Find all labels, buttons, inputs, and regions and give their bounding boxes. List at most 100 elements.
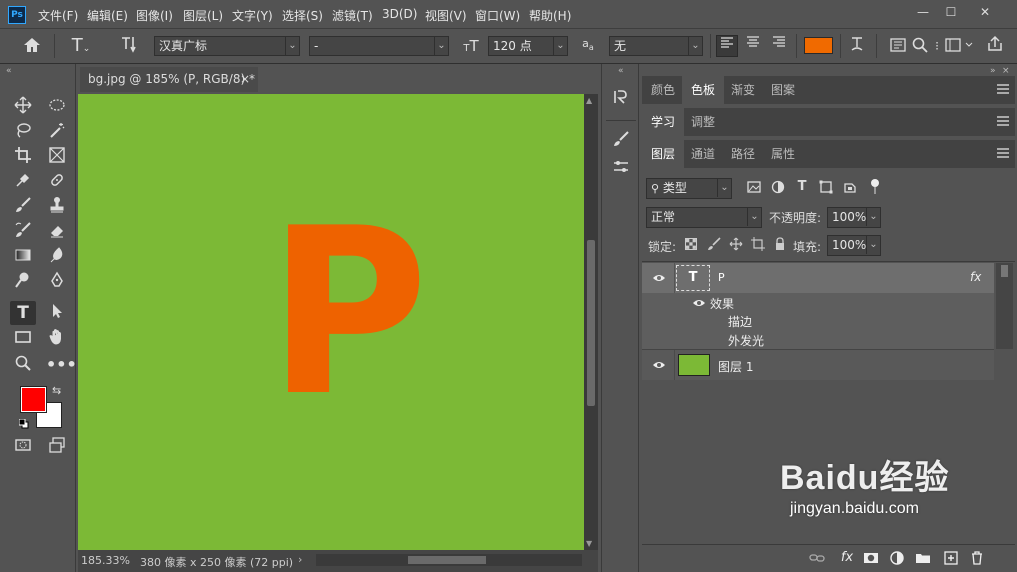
tab-patterns[interactable]: 图案 [762, 76, 804, 104]
add-mask-icon[interactable] [862, 550, 880, 568]
panel-menu-icon[interactable] [997, 84, 1009, 94]
type-tool-preset-icon[interactable]: T⌄ [64, 34, 98, 58]
rectangle-tool-icon[interactable] [12, 328, 34, 350]
menu-layer[interactable]: 图层(L) [183, 7, 223, 24]
adjustment-filter-icon[interactable] [770, 180, 786, 196]
opacity-input[interactable]: 100% ⌄ [827, 207, 881, 228]
layer-row-1[interactable]: 图层 1 [642, 350, 994, 380]
menu-view[interactable]: 视图(V) [425, 7, 467, 24]
type-filter-icon[interactable]: T [794, 179, 810, 195]
layer-name[interactable]: P [718, 271, 725, 284]
tab-gradients[interactable]: 渐变 [722, 76, 764, 104]
layer-filter-select[interactable]: ⚲ 类型 ⌄ [646, 178, 732, 199]
options-icon[interactable]: ⁝ [932, 36, 942, 56]
tab-layers[interactable]: 图层 [642, 140, 685, 168]
lock-position-icon[interactable] [728, 237, 744, 253]
filter-toggle[interactable] [870, 179, 880, 195]
menu-filter[interactable]: 滤镜(T) [332, 7, 373, 24]
scroll-up-icon[interactable]: ▲ [586, 96, 592, 105]
collapse-icon[interactable]: « [618, 66, 624, 76]
home-icon[interactable] [20, 36, 44, 56]
gradient-tool-icon[interactable] [12, 246, 34, 268]
new-group-icon[interactable] [914, 550, 932, 568]
lock-all-icon[interactable] [772, 237, 788, 253]
default-colors-icon[interactable] [18, 418, 29, 429]
tab-channels[interactable]: 通道 [682, 140, 724, 168]
close-tab-icon[interactable]: × [240, 67, 250, 92]
stamp-tool-icon[interactable] [46, 196, 68, 218]
anti-alias-select[interactable]: 无 ⌄ [609, 36, 703, 56]
menu-select[interactable]: 选择(S) [282, 7, 323, 24]
search-icon[interactable] [910, 36, 930, 56]
adjustments-icon[interactable] [610, 158, 632, 180]
tab-adjustments[interactable]: 调整 [682, 108, 724, 136]
font-family-select[interactable]: 汉真广标 ⌄ [154, 36, 300, 56]
lasso-tool-icon[interactable] [12, 121, 34, 143]
smart-object-filter-icon[interactable] [842, 180, 858, 196]
layer-row-p[interactable]: T P fx [642, 263, 994, 293]
menu-3d[interactable]: 3D(D) [382, 7, 417, 21]
type-tool-icon[interactable]: T [10, 301, 36, 325]
lock-pixels-icon[interactable] [706, 237, 722, 253]
layer-name[interactable]: 图层 1 [718, 358, 753, 375]
lock-artboard-icon[interactable] [750, 237, 766, 253]
character-panel-icon[interactable] [888, 36, 908, 56]
healing-brush-tool-icon[interactable] [46, 171, 68, 193]
tab-swatches[interactable]: 色板 [682, 76, 725, 104]
crop-tool-icon[interactable] [12, 146, 34, 168]
screen-mode-icon[interactable] [46, 436, 68, 458]
link-layers-icon[interactable] [808, 550, 826, 568]
workspace-icon[interactable] [942, 36, 976, 56]
foreground-color-swatch[interactable] [20, 386, 47, 413]
font-style-select[interactable]: - ⌄ [309, 36, 449, 56]
effect-stroke[interactable]: 描边 [728, 313, 752, 330]
close-button[interactable]: ✕ [972, 3, 998, 21]
menu-file[interactable]: 文件(F) [38, 7, 78, 24]
font-size-input[interactable]: 120 点 ⌄ [488, 36, 568, 56]
quick-mask-icon[interactable] [12, 436, 34, 458]
brush-tool-icon[interactable] [12, 196, 34, 218]
zoom-level[interactable]: 185.33% [81, 554, 130, 567]
align-center-button[interactable] [742, 35, 764, 57]
scroll-thumb[interactable] [408, 556, 486, 564]
marquee-tool-icon[interactable] [46, 96, 68, 118]
toggle-orientation-icon[interactable] [118, 35, 142, 57]
delete-layer-icon[interactable] [968, 550, 986, 568]
menu-help[interactable]: 帮助(H) [529, 7, 571, 24]
minimize-button[interactable]: — [910, 3, 936, 21]
path-selection-tool-icon[interactable] [46, 302, 68, 324]
history-panel-icon[interactable] [610, 88, 632, 110]
text-layer-p[interactable]: P [268, 199, 428, 429]
align-right-button[interactable] [768, 35, 790, 57]
status-menu-icon[interactable]: › [298, 553, 302, 566]
pen-tool-icon[interactable] [46, 271, 68, 293]
document-tab[interactable]: bg.jpg @ 185% (P, RGB/8) * × [80, 67, 258, 92]
collapse-icon[interactable]: » [990, 66, 996, 76]
add-style-icon[interactable]: fx [838, 550, 856, 568]
horizontal-scrollbar[interactable] [316, 554, 582, 566]
eye-icon[interactable] [692, 296, 706, 310]
brush-settings-icon[interactable] [610, 130, 632, 152]
warp-text-icon[interactable] [846, 35, 868, 57]
menu-edit[interactable]: 编辑(E) [87, 7, 128, 24]
effects-label[interactable]: 效果 [710, 295, 734, 312]
image-filter-icon[interactable] [746, 180, 762, 196]
more-tools-icon[interactable]: ••• [46, 354, 77, 376]
history-brush-tool-icon[interactable] [12, 221, 34, 243]
tab-paths[interactable]: 路径 [722, 140, 764, 168]
tab-properties[interactable]: 属性 [762, 140, 804, 168]
canvas[interactable]: P [78, 94, 584, 550]
align-left-button[interactable] [716, 35, 738, 57]
scroll-down-icon[interactable]: ▼ [586, 539, 592, 548]
close-icon[interactable]: × [1002, 66, 1010, 76]
menu-image[interactable]: 图像(I) [136, 7, 173, 24]
effect-outer-glow[interactable]: 外发光 [728, 332, 764, 349]
layers-scrollbar[interactable] [996, 263, 1013, 349]
eye-icon[interactable] [652, 271, 666, 285]
panel-menu-icon[interactable] [997, 148, 1009, 158]
blur-tool-icon[interactable] [46, 246, 68, 268]
menu-window[interactable]: 窗口(W) [475, 7, 520, 24]
panel-menu-icon[interactable] [997, 116, 1009, 126]
tab-learn[interactable]: 学习 [642, 108, 685, 136]
scroll-thumb[interactable] [1001, 265, 1008, 277]
